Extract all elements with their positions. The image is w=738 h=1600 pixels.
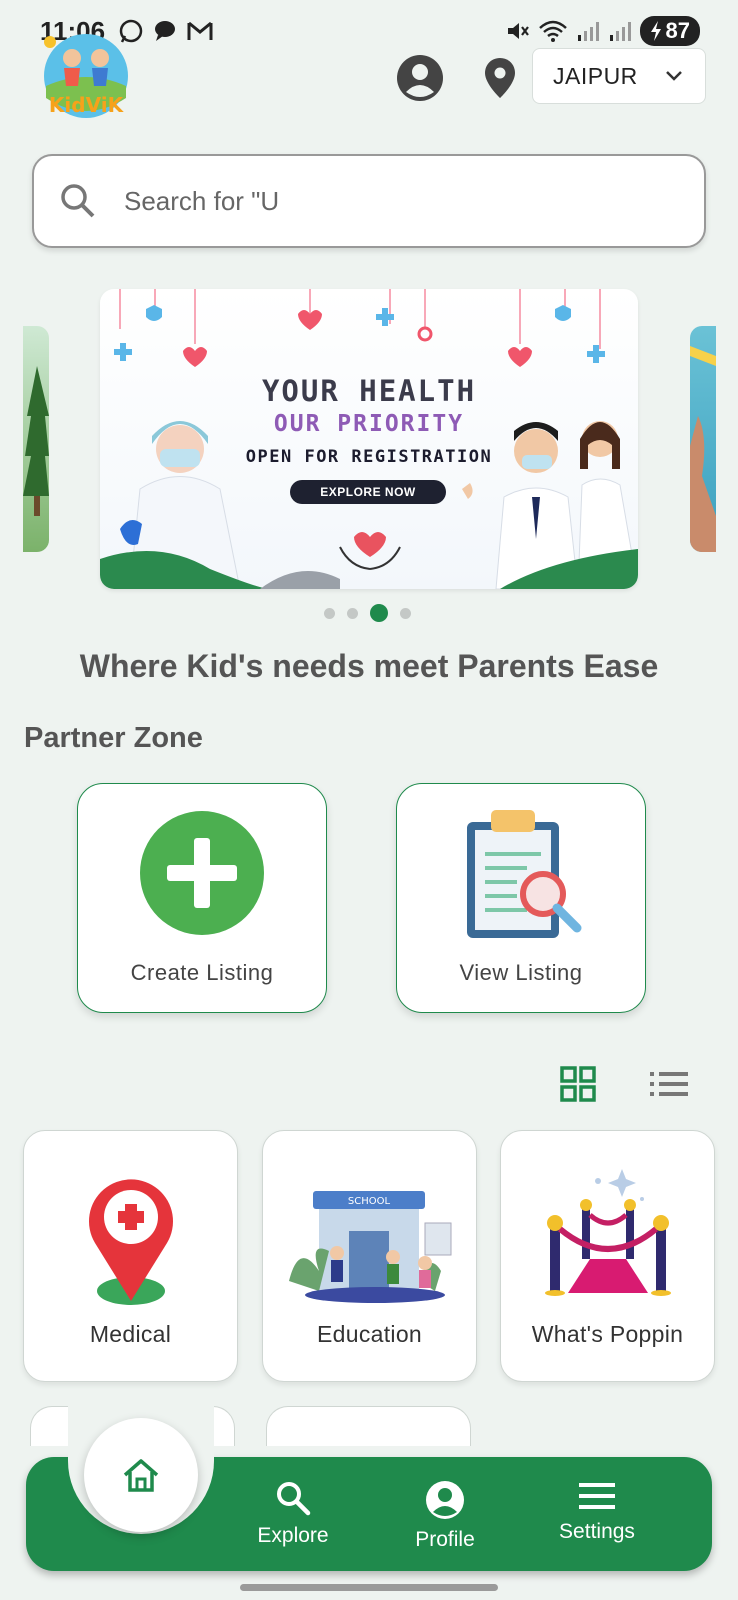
red-carpet-icon <box>545 1169 671 1296</box>
school-icon: SCHOOL <box>289 1191 452 1303</box>
clipboard-search-icon <box>467 810 582 938</box>
search-input[interactable] <box>124 185 644 217</box>
category-label: What's Poppin <box>531 1321 684 1347</box>
wifi-icon <box>538 20 567 42</box>
category-label: Medical <box>89 1321 172 1347</box>
kidvik-logo[interactable]: KidViK <box>40 28 132 120</box>
category-card-education[interactable]: SCHOOL Education <box>262 1130 477 1382</box>
gesture-bar <box>240 1584 498 1591</box>
nav-profile-label: Profile <box>415 1528 475 1551</box>
school-sign: SCHOOL <box>348 1196 391 1207</box>
city-value: JAIPUR <box>553 62 638 89</box>
list-view-icon[interactable] <box>650 1070 688 1098</box>
tagline: Where Kid's needs meet Parents Ease <box>79 648 659 684</box>
nav-settings-label: Settings <box>559 1520 635 1543</box>
partner-zone-title: Partner Zone <box>24 722 203 754</box>
grid-view-icon[interactable] <box>560 1066 596 1102</box>
home-button[interactable] <box>84 1418 198 1532</box>
city-dropdown[interactable]: JAIPUR <box>532 48 706 104</box>
carousel-prev-banner[interactable] <box>23 326 49 552</box>
search-bar[interactable] <box>32 154 706 248</box>
create-listing-card[interactable]: Create Listing <box>77 783 327 1013</box>
signal-icon-2 <box>609 22 631 41</box>
carousel-dot[interactable] <box>400 607 411 619</box>
nav-profile[interactable]: Profile <box>380 1480 510 1552</box>
view-listing-card[interactable]: View Listing <box>396 783 646 1013</box>
gmail-icon <box>187 21 213 40</box>
logo-text: KidViK <box>49 93 125 117</box>
menu-icon <box>579 1483 615 1509</box>
view-listing-label: View Listing <box>459 960 583 985</box>
mute-icon <box>507 23 529 39</box>
category-card-whats-poppin[interactable]: What's Poppin <box>500 1130 715 1382</box>
battery-indicator: 87 <box>639 16 700 46</box>
chevron-down-icon <box>666 71 682 81</box>
carousel-dot-active[interactable] <box>370 604 388 622</box>
category-label: Education <box>317 1321 422 1347</box>
system-icons: 87 <box>504 16 700 46</box>
location-pin-icon[interactable] <box>484 58 516 98</box>
category-card-partial[interactable] <box>266 1406 471 1446</box>
category-card-medical[interactable]: Medical <box>23 1130 238 1382</box>
carousel-dots <box>324 604 411 622</box>
account-icon[interactable] <box>396 54 444 102</box>
nav-explore[interactable]: Explore <box>228 1480 358 1548</box>
add-circle-icon <box>140 811 264 935</box>
banner-subtitle: OUR PRIORITY <box>273 411 465 437</box>
medical-pin-icon <box>89 1179 173 1305</box>
banner-decorations <box>100 289 638 589</box>
nav-settings[interactable]: Settings <box>532 1480 662 1544</box>
battery-level: 87 <box>665 18 690 43</box>
signal-icon <box>577 22 599 41</box>
search-icon <box>61 184 95 218</box>
carousel-dot[interactable] <box>347 607 358 619</box>
create-listing-label: Create Listing <box>130 960 274 985</box>
banner-registration: OPEN FOR REGISTRATION <box>245 447 493 467</box>
charging-icon <box>650 21 661 41</box>
carousel-banner[interactable]: YOUR HEALTH OUR PRIORITY OPEN FOR REGIST… <box>100 289 638 589</box>
profile-icon <box>426 1481 464 1519</box>
message-icon <box>155 21 175 41</box>
notification-icons <box>118 18 214 44</box>
carousel-next-banner[interactable] <box>690 326 716 552</box>
carousel-dot[interactable] <box>324 607 335 619</box>
banner-explore-button[interactable]: EXPLORE NOW <box>290 480 446 504</box>
home-icon <box>123 1459 159 1492</box>
search-icon <box>277 1482 311 1516</box>
banner-title: YOUR HEALTH <box>261 374 477 408</box>
nav-explore-label: Explore <box>257 1524 329 1547</box>
